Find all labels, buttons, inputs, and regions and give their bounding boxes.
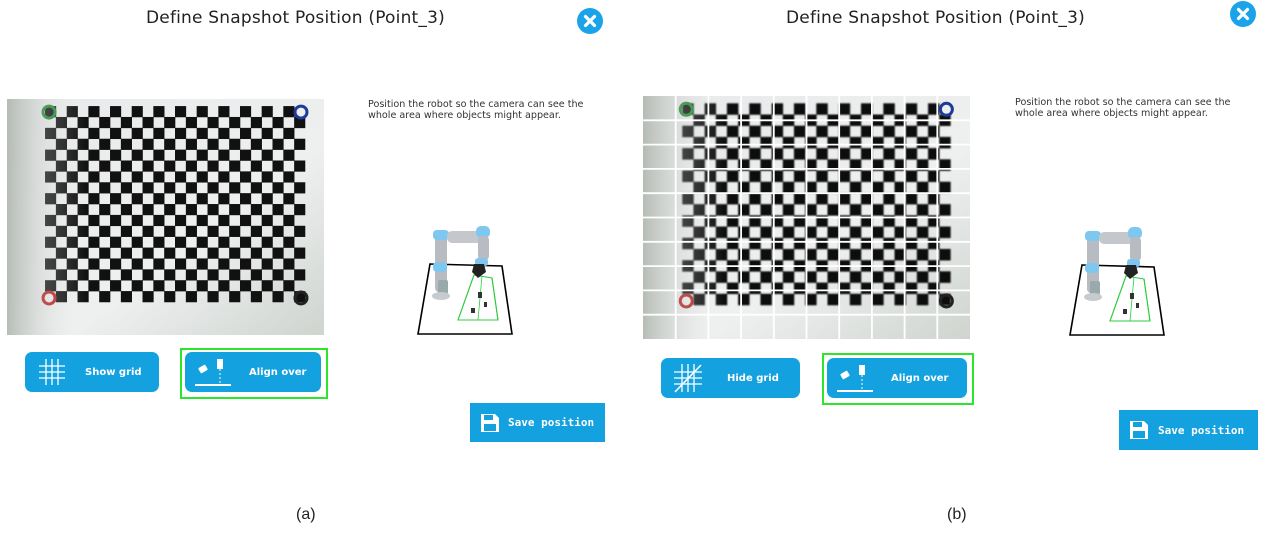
grid-off-icon xyxy=(667,358,709,398)
close-button[interactable] xyxy=(577,8,603,34)
close-icon xyxy=(583,14,597,28)
hide-grid-button[interactable]: Hide grid xyxy=(661,358,800,398)
align-over-icon xyxy=(191,352,235,392)
floppy-disk-icon xyxy=(480,413,500,433)
save-position-label: Save position xyxy=(508,416,595,429)
align-over-button[interactable]: Align over xyxy=(185,352,321,392)
save-position-label: Save position xyxy=(1158,423,1245,437)
panel-b: Define Snapshot Position (Point_3) Posit… xyxy=(631,0,1262,533)
instruction-text: Position the robot so the camera can see… xyxy=(1015,97,1231,119)
camera-feed xyxy=(7,99,324,335)
figure-caption: (b) xyxy=(947,506,967,523)
align-over-label: Align over xyxy=(891,372,949,384)
page-title: Define Snapshot Position (Point_3) xyxy=(146,8,445,28)
checkerboard-image xyxy=(643,96,970,339)
save-position-button[interactable]: Save position xyxy=(470,403,605,442)
floppy-disk-icon xyxy=(1129,420,1149,440)
close-button[interactable] xyxy=(1230,1,1256,27)
checkerboard-image xyxy=(7,99,324,335)
robot-illustration xyxy=(417,226,513,335)
panel-a: Define Snapshot Position (Point_3) Posit… xyxy=(0,0,631,533)
align-over-label: Align over xyxy=(249,366,307,378)
camera-feed xyxy=(643,96,970,339)
close-icon xyxy=(1236,7,1250,21)
show-grid-button[interactable]: Show grid xyxy=(25,352,159,392)
figure-caption: (a) xyxy=(296,506,316,523)
align-over-button[interactable]: Align over xyxy=(827,358,967,398)
instruction-text: Position the robot so the camera can see… xyxy=(368,99,584,121)
page-title: Define Snapshot Position (Point_3) xyxy=(786,8,1085,28)
hide-grid-label: Hide grid xyxy=(727,372,779,384)
grid-icon xyxy=(31,352,73,392)
align-over-icon xyxy=(833,358,877,398)
save-position-button[interactable]: Save position xyxy=(1119,410,1258,450)
robot-illustration xyxy=(1069,227,1165,336)
show-grid-label: Show grid xyxy=(85,366,142,378)
